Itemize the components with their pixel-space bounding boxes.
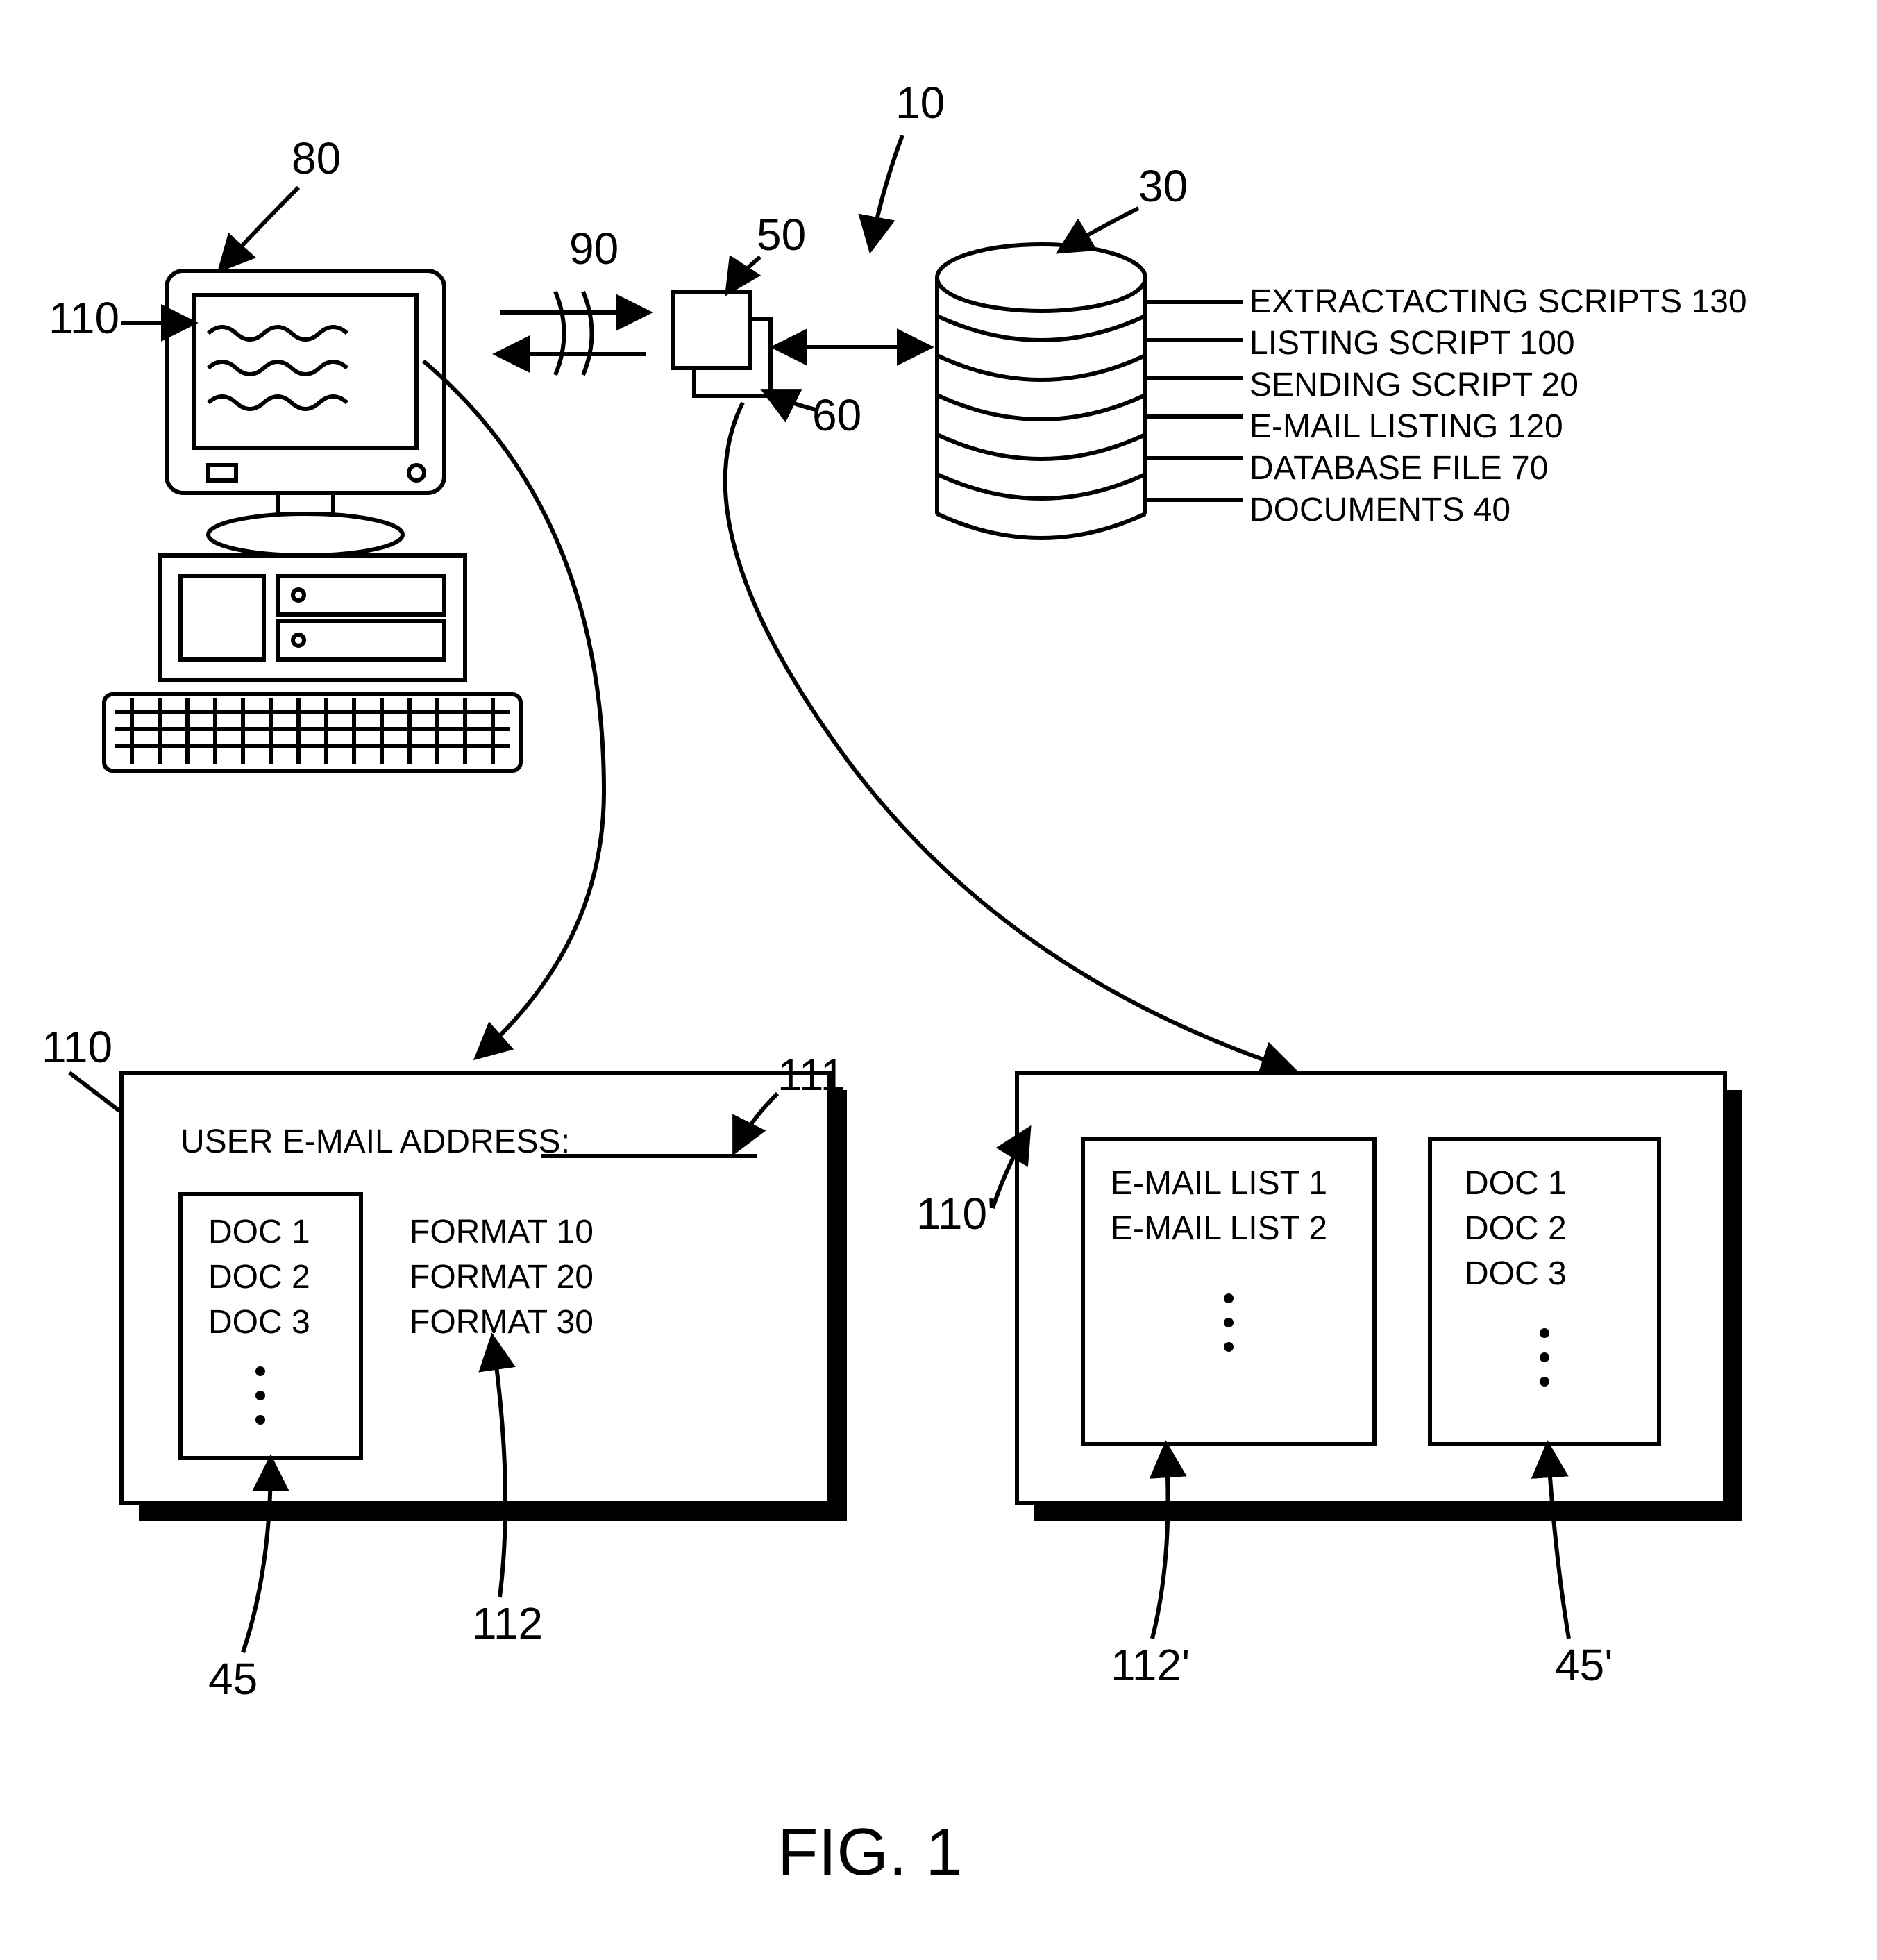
ref-45-prime: 45' <box>1555 1640 1613 1690</box>
ref-110-top: 110 <box>49 293 119 343</box>
patent-figure: 80 110 90 50 60 10 30 <box>0 0 1877 1960</box>
db-layer-4: DATABASE FILE 70 <box>1249 450 1548 487</box>
docp2: DOC 2 <box>1465 1210 1567 1247</box>
email-list-1: E-MAIL LIST 1 <box>1111 1165 1327 1202</box>
ref-50: 50 <box>757 210 806 260</box>
server-boxes <box>673 292 771 396</box>
docp1: DOC 1 <box>1465 1165 1567 1202</box>
ref-111: 111 <box>777 1050 845 1100</box>
ref-10: 10 <box>895 78 945 128</box>
computer-workstation <box>104 271 521 771</box>
database-stack <box>937 244 1145 538</box>
ref-112: 112 <box>472 1598 543 1648</box>
webpage-right: E-MAIL LIST 1 E-MAIL LIST 2 DOC 1 DOC 2 … <box>1017 1073 1742 1521</box>
ref-110-prime: 110' <box>916 1189 995 1239</box>
ref-112-prime: 112' <box>1111 1640 1190 1690</box>
db-layer-1: LISTING SCRIPT 100 <box>1249 325 1575 362</box>
ref-110-left: 110 <box>42 1022 112 1072</box>
ref-60: 60 <box>812 390 861 440</box>
format3: FORMAT 30 <box>410 1304 594 1341</box>
network-link <box>500 292 646 375</box>
email-address-label: USER E-MAIL ADDRESS: <box>180 1123 570 1160</box>
email-list-2: E-MAIL LIST 2 <box>1111 1210 1327 1247</box>
db-layer-2: SENDING SCRIPT 20 <box>1249 367 1579 403</box>
db-layer-5: DOCUMENTS 40 <box>1249 492 1510 528</box>
docp3: DOC 3 <box>1465 1255 1567 1292</box>
webpage-left: USER E-MAIL ADDRESS: DOC 1 DOC 2 DOC 3 F… <box>121 1073 847 1521</box>
ref-45: 45 <box>208 1654 258 1704</box>
doc3: DOC 3 <box>208 1304 310 1341</box>
ref-80: 80 <box>292 133 341 183</box>
figure-label: FIG. 1 <box>777 1815 963 1889</box>
ref-30: 30 <box>1138 161 1188 211</box>
db-layer-3: E-MAIL LISTING 120 <box>1249 408 1563 445</box>
format1: FORMAT 10 <box>410 1214 594 1250</box>
doc1: DOC 1 <box>208 1214 310 1250</box>
arrow-server-to-right-window <box>725 403 1291 1069</box>
ref-90: 90 <box>569 224 618 274</box>
db-layer-0: EXTRACTACTING SCRIPTS 130 <box>1249 283 1747 320</box>
doc2: DOC 2 <box>208 1259 310 1296</box>
format2: FORMAT 20 <box>410 1259 594 1296</box>
db-layer-leaders <box>1145 302 1243 500</box>
